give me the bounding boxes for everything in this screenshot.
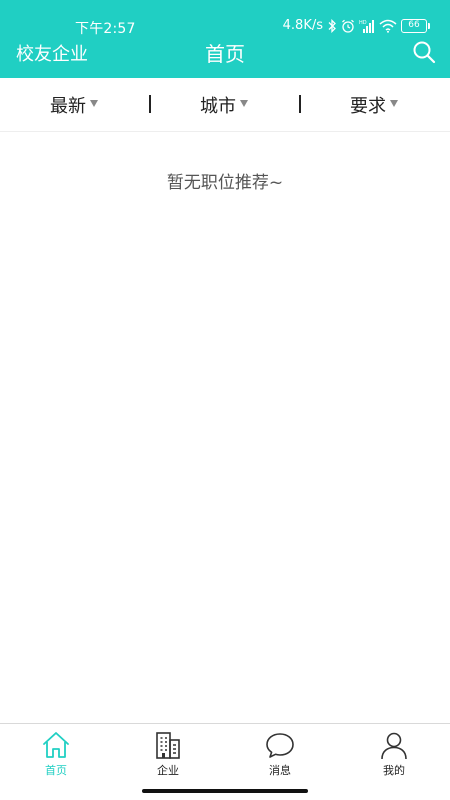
status-icons: 4.8K/s HD 66: [283, 18, 430, 33]
tab-company-label: 企业: [157, 764, 179, 777]
tab-home[interactable]: 首页: [0, 724, 112, 786]
tab-company[interactable]: 企业: [112, 724, 224, 786]
filter-bar: 最新 城市 要求: [0, 78, 450, 132]
filter-requirement-label: 要求: [350, 96, 386, 117]
filter-city-label: 城市: [200, 96, 236, 117]
alarm-icon: [342, 19, 354, 33]
dropdown-arrow-icon: [390, 99, 398, 107]
tab-messages[interactable]: 消息: [224, 724, 336, 786]
filter-latest-label: 最新: [50, 96, 86, 117]
filter-divider: [149, 95, 151, 113]
tab-mine[interactable]: 我的: [338, 724, 450, 786]
tab-home-label: 首页: [45, 764, 67, 777]
home-indicator[interactable]: [142, 789, 308, 793]
search-icon[interactable]: [412, 40, 436, 64]
status-time: 下午2:57: [75, 21, 136, 37]
battery-level: 66: [401, 18, 427, 33]
svg-text:HD: HD: [359, 20, 367, 26]
dropdown-arrow-icon: [240, 99, 248, 107]
tab-messages-label: 消息: [269, 764, 291, 777]
wifi-icon: [379, 19, 397, 33]
empty-state-message: 暂无职位推荐~: [166, 173, 284, 193]
signal-icon: HD: [359, 19, 374, 33]
filter-city[interactable]: 城市: [200, 78, 248, 132]
home-icon: [43, 732, 69, 758]
filter-divider: [299, 95, 301, 113]
status-bar: 下午2:57 4.8K/s HD 66: [0, 0, 450, 37]
dropdown-arrow-icon: [90, 99, 98, 107]
battery-icon: 66: [401, 18, 430, 33]
person-icon: [381, 732, 407, 760]
tab-mine-label: 我的: [383, 764, 405, 777]
chat-bubble-icon: [266, 733, 294, 758]
filter-latest[interactable]: 最新: [50, 78, 98, 132]
network-speed: 4.8K/s: [282, 18, 323, 33]
bluetooth-icon: [328, 18, 336, 33]
page-title: 首页: [205, 42, 245, 66]
filter-requirement[interactable]: 要求: [350, 78, 398, 132]
app-header: 下午2:57 4.8K/s HD 66 校友企业 首页: [0, 0, 450, 78]
building-icon: [156, 732, 180, 759]
